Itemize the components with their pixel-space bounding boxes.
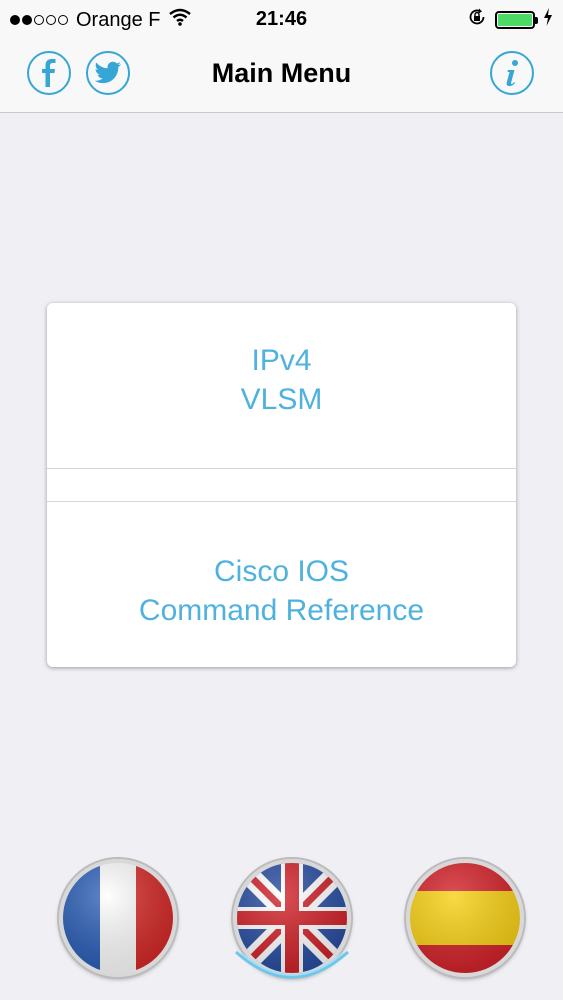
menu-item-line2: VLSM bbox=[240, 383, 323, 416]
battery-icon bbox=[495, 11, 538, 29]
navigation-bar: Main Menu bbox=[0, 38, 563, 113]
menu-item-line1: Cisco IOS bbox=[213, 555, 350, 588]
menu-divider bbox=[47, 501, 516, 502]
status-right bbox=[467, 7, 553, 33]
flag-spain-button[interactable] bbox=[406, 859, 524, 977]
menu-divider bbox=[47, 468, 516, 469]
flag-france-button[interactable] bbox=[59, 859, 177, 977]
selected-language-indicator bbox=[235, 950, 349, 979]
charging-icon bbox=[543, 8, 553, 32]
page-title: Main Menu bbox=[211, 58, 352, 88]
info-icon[interactable] bbox=[490, 51, 534, 95]
menu-item-ipv4-vlsm[interactable]: IPv4 VLSM bbox=[47, 341, 516, 419]
flag-france-icon bbox=[63, 863, 173, 973]
menu-item-line1: IPv4 bbox=[251, 344, 312, 377]
menu-item-line2: Command Reference bbox=[138, 594, 425, 627]
rotation-lock-icon bbox=[467, 7, 487, 33]
menu-item-cisco-ios-command-reference[interactable]: Cisco IOS Command Reference bbox=[47, 552, 516, 630]
main-menu-card: IPv4 VLSM Cisco IOS Command Reference bbox=[47, 303, 516, 667]
flag-spain-icon bbox=[410, 863, 520, 973]
status-bar: Orange F 21:46 bbox=[0, 0, 563, 38]
